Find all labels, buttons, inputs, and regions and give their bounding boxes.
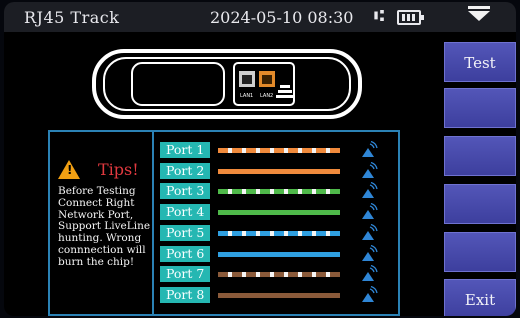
wire-color-bar [218, 251, 340, 257]
usb-icon: ⑆ [374, 6, 385, 26]
wire-color-bar [218, 230, 340, 236]
network-signal-icon [362, 141, 378, 157]
network-signal-icon [362, 182, 378, 199]
network-signal-icon [362, 203, 378, 220]
side-button-2[interactable] [444, 88, 516, 128]
network-signal-icon [362, 244, 378, 261]
wire-color-bar [218, 210, 340, 216]
warning-icon: ! [58, 160, 80, 179]
side-button-3[interactable] [444, 136, 516, 176]
status-bar: RJ45 Track 2024-05-10 08:30 ⑆ [4, 2, 516, 32]
side-button-5[interactable] [444, 232, 516, 272]
wire-color-bar [218, 168, 340, 174]
port-label: Port 3 [160, 183, 210, 200]
port-label: Port 8 [160, 286, 210, 303]
lan1-port-icon [239, 71, 255, 87]
test-button[interactable]: Test [444, 42, 516, 82]
side-button-4[interactable] [444, 184, 516, 224]
port-label: Port 5 [160, 224, 210, 241]
lan2-label: LAN2 [260, 93, 273, 99]
network-signal-icon [362, 161, 378, 178]
device-diagram: LAN1 LAN2 [92, 49, 362, 119]
menu-icon[interactable] [468, 6, 490, 21]
lan1-label: LAN1 [240, 93, 253, 99]
network-signal-icon [362, 285, 378, 302]
test-panel: ! Tips! Before Testing Connect Right Net… [48, 130, 400, 316]
tips-title: Tips! [98, 160, 139, 179]
wire-color-bar [218, 272, 340, 278]
wire-color-bar [218, 189, 340, 195]
network-signal-icon [362, 265, 378, 282]
tips-text: Before Testing Connect Right Network Por… [58, 185, 151, 268]
ground-icon [276, 85, 294, 98]
screen: RJ45 Track 2024-05-10 08:30 ⑆ LAN1 LAN2 … [4, 2, 516, 316]
port-label: Port 1 [160, 142, 210, 158]
exit-button[interactable]: Exit [444, 279, 516, 316]
port-label: Port 6 [160, 245, 210, 262]
wire-color-bar [218, 292, 340, 298]
port-label: Port 7 [160, 266, 210, 283]
port-label: Port 4 [160, 204, 210, 221]
app-title: RJ45 Track [24, 8, 120, 27]
port-label: Port 2 [160, 162, 210, 179]
battery-icon [397, 10, 424, 25]
network-signal-icon [362, 223, 378, 240]
wire-color-bar [218, 148, 340, 153]
datetime: 2024-05-10 08:30 [210, 8, 354, 27]
lan2-port-icon [259, 71, 275, 87]
